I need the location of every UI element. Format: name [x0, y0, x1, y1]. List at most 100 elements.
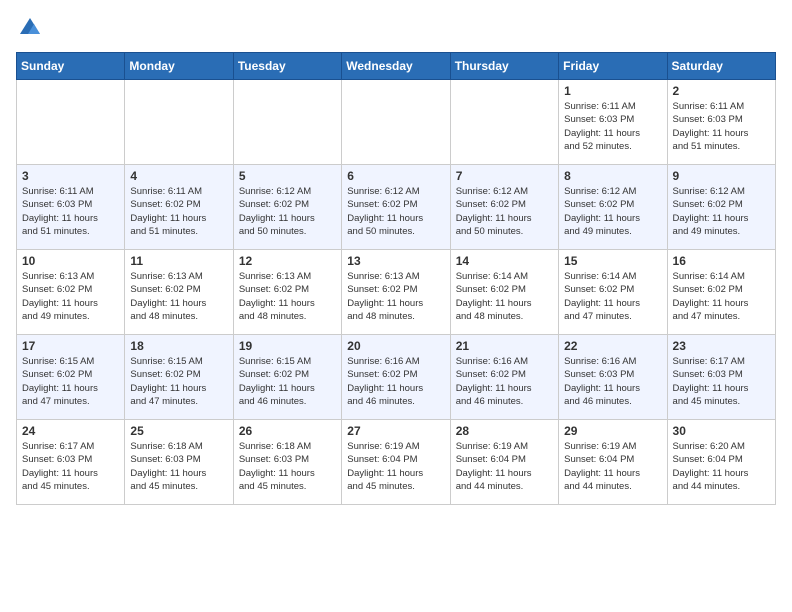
day-number: 1: [564, 84, 661, 98]
day-number: 5: [239, 169, 336, 183]
day-number: 13: [347, 254, 444, 268]
day-info: Sunrise: 6:18 AM Sunset: 6:03 PM Dayligh…: [130, 440, 227, 493]
page-header: [16, 16, 776, 40]
day-info: Sunrise: 6:19 AM Sunset: 6:04 PM Dayligh…: [456, 440, 553, 493]
day-info: Sunrise: 6:11 AM Sunset: 6:03 PM Dayligh…: [564, 100, 661, 153]
day-info: Sunrise: 6:11 AM Sunset: 6:03 PM Dayligh…: [22, 185, 119, 238]
day-info: Sunrise: 6:16 AM Sunset: 6:02 PM Dayligh…: [347, 355, 444, 408]
day-number: 12: [239, 254, 336, 268]
logo: [16, 16, 44, 40]
day-number: 30: [673, 424, 770, 438]
day-number: 3: [22, 169, 119, 183]
day-info: Sunrise: 6:12 AM Sunset: 6:02 PM Dayligh…: [564, 185, 661, 238]
day-info: Sunrise: 6:19 AM Sunset: 6:04 PM Dayligh…: [347, 440, 444, 493]
calendar-day: 9 Sunrise: 6:12 AM Sunset: 6:02 PM Daylig…: [667, 165, 775, 250]
day-number: 27: [347, 424, 444, 438]
calendar-day: 20 Sunrise: 6:16 AM Sunset: 6:02 PM Dayli…: [342, 335, 450, 420]
calendar-day: 12 Sunrise: 6:13 AM Sunset: 6:02 PM Dayli…: [233, 250, 341, 335]
day-number: 9: [673, 169, 770, 183]
day-number: 19: [239, 339, 336, 353]
day-info: Sunrise: 6:17 AM Sunset: 6:03 PM Dayligh…: [22, 440, 119, 493]
day-info: Sunrise: 6:12 AM Sunset: 6:02 PM Dayligh…: [673, 185, 770, 238]
weekday-header-thursday: Thursday: [450, 53, 558, 80]
calendar-day: 28 Sunrise: 6:19 AM Sunset: 6:04 PM Dayli…: [450, 420, 558, 505]
day-info: Sunrise: 6:16 AM Sunset: 6:02 PM Dayligh…: [456, 355, 553, 408]
weekday-header-saturday: Saturday: [667, 53, 775, 80]
calendar-day: 18Sunrise: 6:15 AM Sunset: 6:02 PM Dayli…: [125, 335, 233, 420]
calendar-week-5: 24 Sunrise: 6:17 AM Sunset: 6:03 PM Dayli…: [17, 420, 776, 505]
day-number: 10: [22, 254, 119, 268]
calendar-day: 2 Sunrise: 6:11 AM Sunset: 6:03 PM Daylig…: [667, 80, 775, 165]
calendar-day: 8Sunrise: 6:12 AM Sunset: 6:02 PM Daylig…: [559, 165, 667, 250]
calendar-day: 13 Sunrise: 6:13 AM Sunset: 6:02 PM Dayli…: [342, 250, 450, 335]
day-number: 29: [564, 424, 661, 438]
calendar-week-3: 10 Sunrise: 6:13 AM Sunset: 6:02 PM Dayli…: [17, 250, 776, 335]
day-info: Sunrise: 6:13 AM Sunset: 6:02 PM Dayligh…: [239, 270, 336, 323]
day-info: Sunrise: 6:17 AM Sunset: 6:03 PM Dayligh…: [673, 355, 770, 408]
calendar-day: 17 Sunrise: 6:15 AM Sunset: 6:02 PM Dayli…: [17, 335, 125, 420]
calendar-day: [17, 80, 125, 165]
weekday-header-wednesday: Wednesday: [342, 53, 450, 80]
day-number: 28: [456, 424, 553, 438]
calendar-day: 10 Sunrise: 6:13 AM Sunset: 6:02 PM Dayli…: [17, 250, 125, 335]
day-number: 22: [564, 339, 661, 353]
day-number: 26: [239, 424, 336, 438]
weekday-header-sunday: Sunday: [17, 53, 125, 80]
day-number: 21: [456, 339, 553, 353]
calendar-day: [233, 80, 341, 165]
calendar-day: 1 Sunrise: 6:11 AM Sunset: 6:03 PM Daylig…: [559, 80, 667, 165]
calendar-day: 30 Sunrise: 6:20 AM Sunset: 6:04 PM Dayli…: [667, 420, 775, 505]
day-info: Sunrise: 6:14 AM Sunset: 6:02 PM Dayligh…: [564, 270, 661, 323]
weekday-header-monday: Monday: [125, 53, 233, 80]
day-info: Sunrise: 6:13 AM Sunset: 6:02 PM Dayligh…: [130, 270, 227, 323]
day-number: 20: [347, 339, 444, 353]
day-info: Sunrise: 6:15 AM Sunset: 6:02 PM Dayligh…: [239, 355, 336, 408]
day-number: 24: [22, 424, 119, 438]
calendar-day: 5Sunrise: 6:12 AM Sunset: 6:02 PM Daylig…: [233, 165, 341, 250]
day-info: Sunrise: 6:16 AM Sunset: 6:03 PM Dayligh…: [564, 355, 661, 408]
calendar-day: 19 Sunrise: 6:15 AM Sunset: 6:02 PM Dayli…: [233, 335, 341, 420]
day-number: 23: [673, 339, 770, 353]
day-info: Sunrise: 6:11 AM Sunset: 6:03 PM Dayligh…: [673, 100, 770, 153]
calendar-day: 3 Sunrise: 6:11 AM Sunset: 6:03 PM Daylig…: [17, 165, 125, 250]
calendar-day: 23 Sunrise: 6:17 AM Sunset: 6:03 PM Dayli…: [667, 335, 775, 420]
day-number: 17: [22, 339, 119, 353]
day-info: Sunrise: 6:14 AM Sunset: 6:02 PM Dayligh…: [673, 270, 770, 323]
calendar-day: 14 Sunrise: 6:14 AM Sunset: 6:02 PM Dayli…: [450, 250, 558, 335]
weekday-header-tuesday: Tuesday: [233, 53, 341, 80]
calendar-week-4: 17 Sunrise: 6:15 AM Sunset: 6:02 PM Dayli…: [17, 335, 776, 420]
calendar-table: SundayMondayTuesdayWednesdayThursdayFrid…: [16, 52, 776, 505]
logo-icon: [18, 16, 42, 40]
calendar-week-2: 3 Sunrise: 6:11 AM Sunset: 6:03 PM Daylig…: [17, 165, 776, 250]
calendar-day: 25 Sunrise: 6:18 AM Sunset: 6:03 PM Dayli…: [125, 420, 233, 505]
calendar-day: 24 Sunrise: 6:17 AM Sunset: 6:03 PM Dayli…: [17, 420, 125, 505]
day-info: Sunrise: 6:13 AM Sunset: 6:02 PM Dayligh…: [347, 270, 444, 323]
day-info: Sunrise: 6:11 AM Sunset: 6:02 PM Dayligh…: [130, 185, 227, 238]
day-number: 6: [347, 169, 444, 183]
calendar-day: 22 Sunrise: 6:16 AM Sunset: 6:03 PM Dayli…: [559, 335, 667, 420]
day-number: 2: [673, 84, 770, 98]
calendar-day: 7Sunrise: 6:12 AM Sunset: 6:02 PM Daylig…: [450, 165, 558, 250]
day-info: Sunrise: 6:14 AM Sunset: 6:02 PM Dayligh…: [456, 270, 553, 323]
day-info: Sunrise: 6:15 AM Sunset: 6:02 PM Dayligh…: [22, 355, 119, 408]
day-number: 14: [456, 254, 553, 268]
day-info: Sunrise: 6:18 AM Sunset: 6:03 PM Dayligh…: [239, 440, 336, 493]
calendar-day: 15Sunrise: 6:14 AM Sunset: 6:02 PM Dayli…: [559, 250, 667, 335]
day-number: 25: [130, 424, 227, 438]
calendar-day: 16Sunrise: 6:14 AM Sunset: 6:02 PM Dayli…: [667, 250, 775, 335]
day-number: 7: [456, 169, 553, 183]
calendar-day: 4 Sunrise: 6:11 AM Sunset: 6:02 PM Daylig…: [125, 165, 233, 250]
day-number: 18: [130, 339, 227, 353]
calendar-day: 21 Sunrise: 6:16 AM Sunset: 6:02 PM Dayli…: [450, 335, 558, 420]
day-number: 11: [130, 254, 227, 268]
calendar-day: 29 Sunrise: 6:19 AM Sunset: 6:04 PM Dayli…: [559, 420, 667, 505]
weekday-header-friday: Friday: [559, 53, 667, 80]
day-info: Sunrise: 6:13 AM Sunset: 6:02 PM Dayligh…: [22, 270, 119, 323]
day-number: 4: [130, 169, 227, 183]
calendar-week-1: 1 Sunrise: 6:11 AM Sunset: 6:03 PM Daylig…: [17, 80, 776, 165]
day-info: Sunrise: 6:20 AM Sunset: 6:04 PM Dayligh…: [673, 440, 770, 493]
day-info: Sunrise: 6:12 AM Sunset: 6:02 PM Dayligh…: [347, 185, 444, 238]
calendar-day: 27 Sunrise: 6:19 AM Sunset: 6:04 PM Dayli…: [342, 420, 450, 505]
day-info: Sunrise: 6:19 AM Sunset: 6:04 PM Dayligh…: [564, 440, 661, 493]
calendar-day: 26 Sunrise: 6:18 AM Sunset: 6:03 PM Dayli…: [233, 420, 341, 505]
